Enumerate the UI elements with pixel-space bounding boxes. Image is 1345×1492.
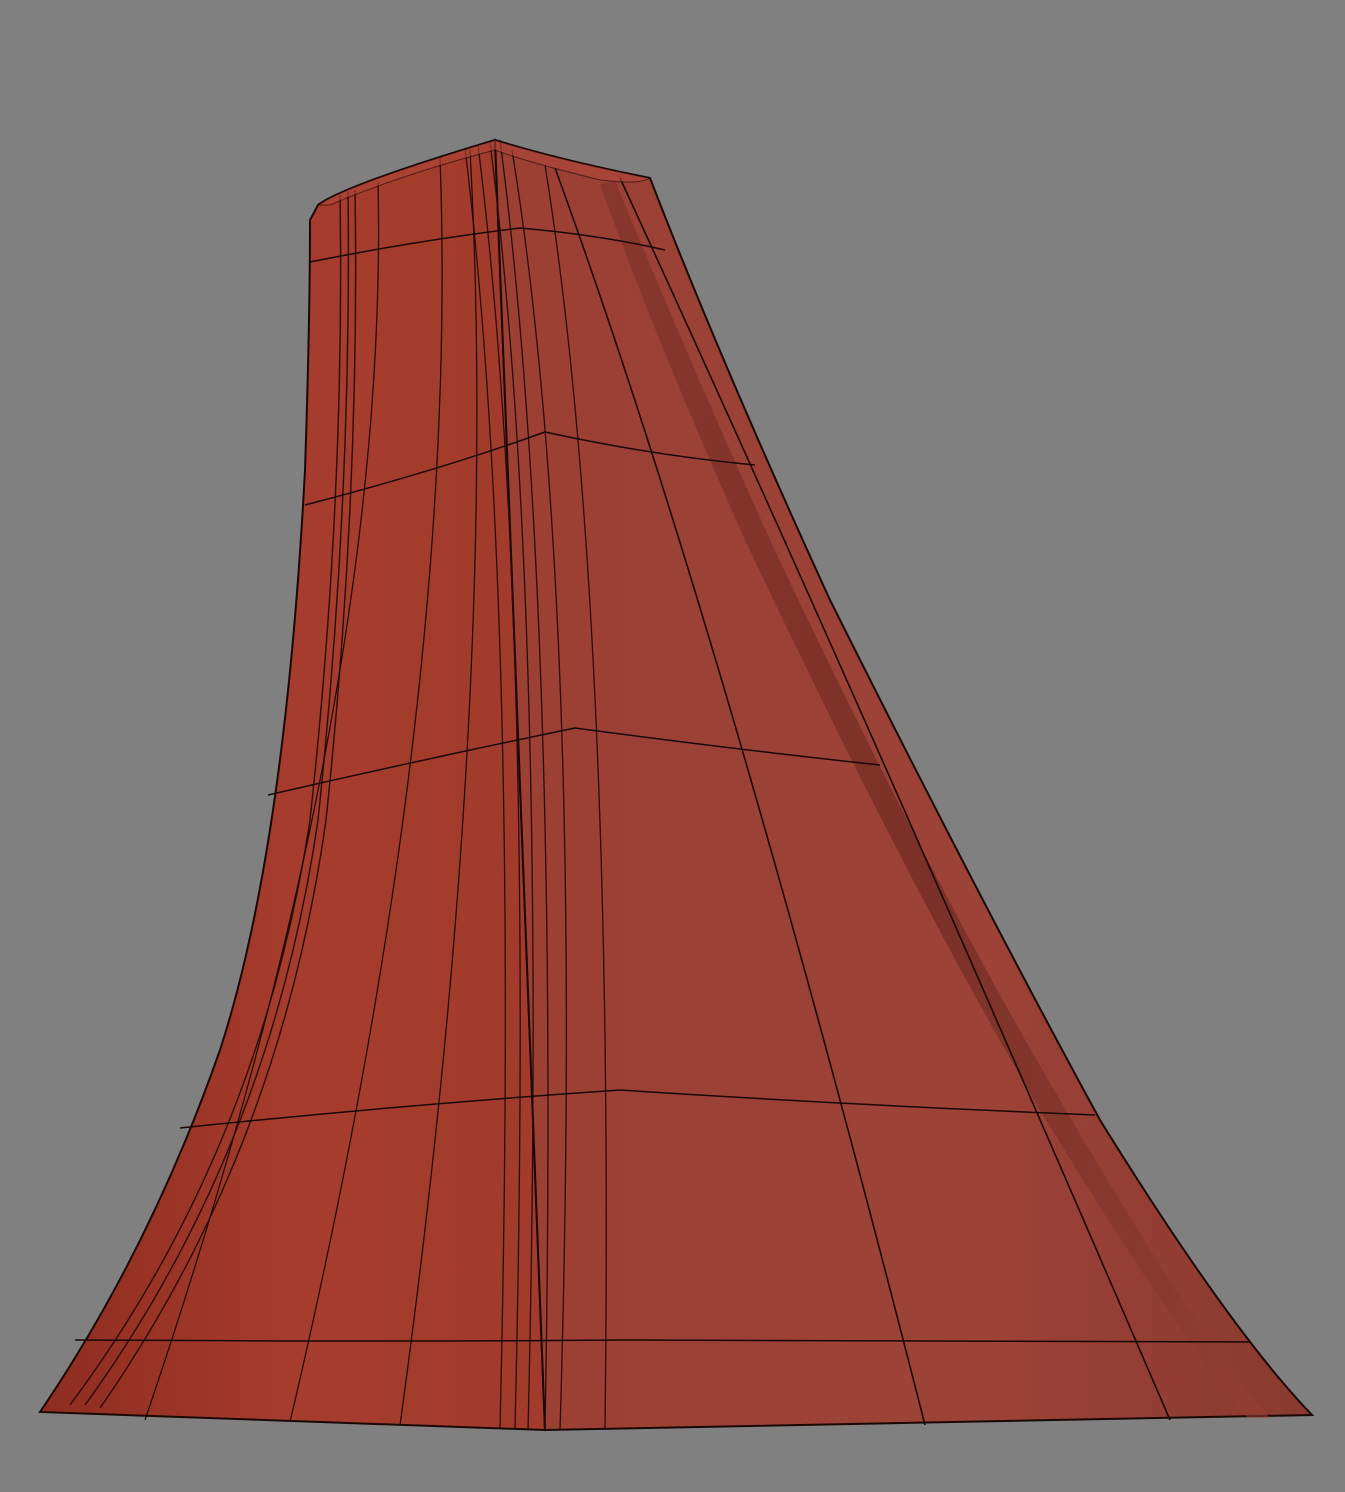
mesh-left-face	[38, 138, 547, 1432]
3d-viewport[interactable]	[0, 0, 1345, 1492]
viewport-canvas[interactable]	[0, 0, 1345, 1492]
mesh-right-face	[493, 138, 1315, 1432]
